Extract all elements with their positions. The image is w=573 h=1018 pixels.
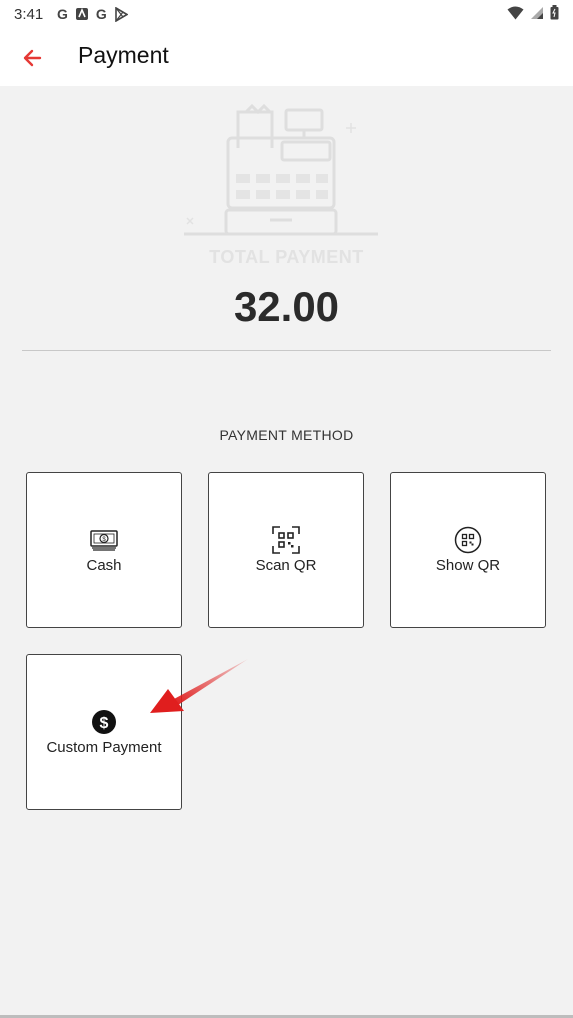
scan-qr-icon [272, 526, 300, 554]
news-icon [75, 7, 88, 20]
divider [22, 350, 551, 351]
method-label: Custom Payment [46, 739, 162, 756]
svg-text:$: $ [100, 715, 109, 732]
app-bar: Payment [0, 30, 573, 86]
google-g-icon: G [95, 6, 107, 22]
total-payment-label: TOTAL PAYMENT [209, 247, 364, 267]
google-g-icon: G [57, 6, 68, 22]
payment-method-show-qr[interactable]: Show QR [390, 472, 546, 628]
wifi-icon [507, 6, 524, 19]
status-notification-icons: G G [57, 5, 128, 23]
dollar-circle-icon: $ [90, 708, 118, 736]
back-button[interactable] [18, 43, 48, 73]
back-arrow-icon [23, 49, 42, 67]
payment-method-scan-qr[interactable]: Scan QR [208, 472, 364, 628]
method-label: Cash [86, 557, 122, 574]
method-label: Scan QR [255, 557, 317, 574]
show-qr-icon [454, 526, 482, 554]
page-title: Payment [78, 42, 169, 68]
payment-method-heading: PAYMENT METHOD [219, 427, 354, 443]
signal-icon [531, 6, 543, 19]
method-label: Show QR [435, 557, 501, 574]
total-payment-amount: 32.00 [233, 283, 340, 330]
red-arrow-icon [150, 659, 248, 713]
cash-icon: $ [90, 526, 118, 554]
status-time: 3:41 [14, 6, 44, 23]
payment-method-cash[interactable]: $ Cash [26, 472, 182, 628]
play-store-icon [114, 6, 128, 22]
status-bar: 3:41 G G [0, 0, 573, 30]
battery-icon [550, 5, 559, 20]
status-system-icons [507, 5, 559, 20]
